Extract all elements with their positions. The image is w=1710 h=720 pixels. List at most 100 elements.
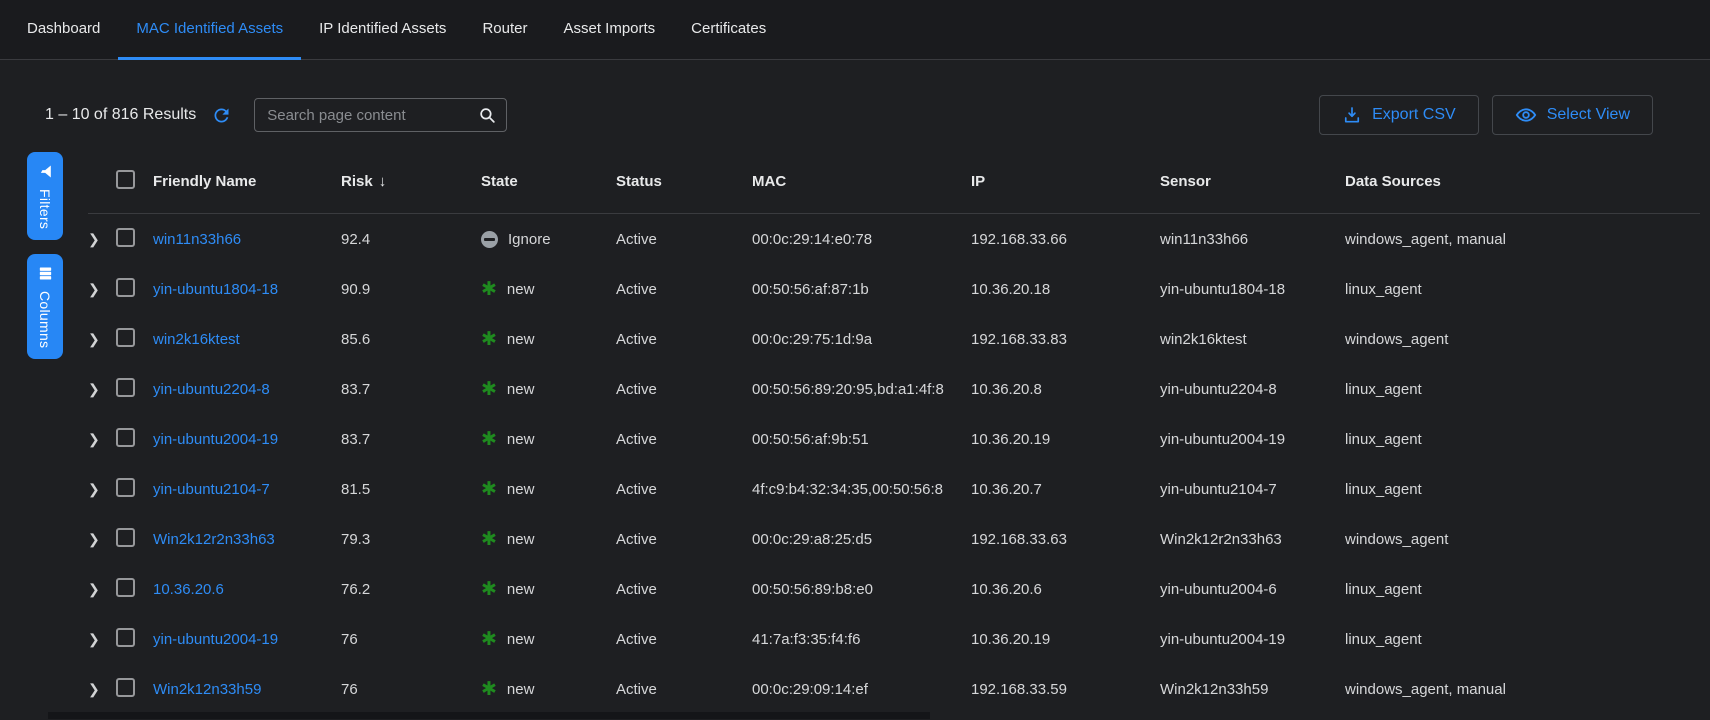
mac-address: 00:0c:29:75:1d:9a (752, 331, 971, 348)
ip-address: 10.36.20.18 (971, 281, 1160, 298)
export-csv-button[interactable]: Export CSV (1319, 95, 1479, 135)
friendly-name-link[interactable]: win11n33h66 (153, 231, 241, 248)
nav-tab[interactable]: MAC Identified Assets (118, 0, 301, 60)
expand-chevron-icon[interactable]: ❯ (88, 281, 100, 297)
data-sources-value: windows_agent, manual (1345, 681, 1700, 698)
sensor-value: win11n33h66 (1160, 231, 1345, 248)
row-checkbox[interactable] (116, 678, 135, 697)
risk-value: 90.9 (341, 281, 481, 298)
expand-chevron-icon[interactable]: ❯ (88, 431, 100, 447)
mac-address: 4f:c9:b4:32:34:35,00:50:56:8 (752, 481, 971, 498)
column-header-state[interactable]: State (481, 173, 616, 190)
filter-icon (37, 163, 54, 180)
friendly-name-link[interactable]: yin-ubuntu1804-18 (153, 281, 278, 298)
expand-chevron-icon[interactable]: ❯ (88, 681, 100, 697)
mac-address: 41:7a:f3:35:f4:f6 (752, 631, 971, 648)
state-label: new (507, 581, 535, 598)
state-label: new (507, 681, 535, 698)
friendly-name-link[interactable]: Win2k12r2n33h63 (153, 531, 275, 548)
data-sources-value: linux_agent (1345, 631, 1700, 648)
columns-panel-button[interactable]: Columns (27, 254, 63, 359)
main-content: 1 – 10 of 816 Results Export CSV (0, 60, 1710, 719)
table-row: ❯ yin-ubuntu2004-19 76 ✱ new Active 41:7… (88, 614, 1700, 664)
expand-chevron-icon[interactable]: ❯ (88, 481, 100, 497)
table-row: ❯ yin-ubuntu2204-8 83.7 ✱ new Active 00:… (88, 364, 1700, 414)
friendly-name-link[interactable]: yin-ubuntu2204-8 (153, 381, 270, 398)
row-checkbox[interactable] (116, 328, 135, 347)
expand-chevron-icon[interactable]: ❯ (88, 531, 100, 547)
columns-label: Columns (37, 291, 53, 348)
friendly-name-link[interactable]: yin-ubuntu2004-19 (153, 631, 278, 648)
mac-address: 00:50:56:af:9b:51 (752, 431, 971, 448)
data-sources-value: windows_agent (1345, 331, 1700, 348)
data-sources-value: linux_agent (1345, 281, 1700, 298)
table-row: ❯ yin-ubuntu1804-18 90.9 ✱ new Active 00… (88, 264, 1700, 314)
state-icon: ✱ (481, 681, 497, 698)
friendly-name-link[interactable]: yin-ubuntu2104-7 (153, 481, 270, 498)
sort-desc-icon: ↓ (379, 173, 387, 190)
search-input[interactable] (255, 107, 478, 124)
row-checkbox[interactable] (116, 378, 135, 397)
column-header-ip[interactable]: IP (971, 173, 1160, 190)
status-value: Active (616, 581, 752, 598)
friendly-name-link[interactable]: yin-ubuntu2004-19 (153, 431, 278, 448)
row-checkbox[interactable] (116, 528, 135, 547)
row-checkbox[interactable] (116, 628, 135, 647)
row-checkbox[interactable] (116, 278, 135, 297)
download-icon (1342, 105, 1362, 125)
ip-address: 10.36.20.19 (971, 431, 1160, 448)
state-label: new (507, 381, 535, 398)
row-checkbox[interactable] (116, 478, 135, 497)
horizontal-scrollbar-thumb[interactable] (48, 712, 930, 719)
column-header-data-sources[interactable]: Data Sources (1345, 173, 1700, 190)
row-checkbox[interactable] (116, 428, 135, 447)
expand-chevron-icon[interactable]: ❯ (88, 381, 100, 397)
column-header-status[interactable]: Status (616, 173, 752, 190)
toolbar-actions: Export CSV Select View (1319, 95, 1653, 135)
expand-chevron-icon[interactable]: ❯ (88, 231, 100, 247)
column-header-risk[interactable]: Risk↓ (341, 173, 481, 190)
data-sources-value: linux_agent (1345, 581, 1700, 598)
column-header-friendly-name[interactable]: Friendly Name (153, 173, 341, 190)
sensor-value: yin-ubuntu2104-7 (1160, 481, 1345, 498)
nav-tab[interactable]: Router (464, 0, 545, 60)
friendly-name-link[interactable]: Win2k12n33h59 (153, 681, 261, 698)
refresh-icon (211, 105, 232, 126)
risk-value: 76 (341, 681, 481, 698)
select-view-label: Select View (1547, 106, 1630, 124)
sensor-value: Win2k12r2n33h63 (1160, 531, 1345, 548)
data-sources-value: linux_agent (1345, 431, 1700, 448)
search-icon[interactable] (478, 106, 497, 125)
nav-tab[interactable]: Dashboard (9, 0, 118, 60)
friendly-name-link[interactable]: 10.36.20.6 (153, 581, 224, 598)
row-checkbox[interactable] (116, 228, 135, 247)
expand-chevron-icon[interactable]: ❯ (88, 331, 100, 347)
row-checkbox[interactable] (116, 578, 135, 597)
state-label: new (507, 431, 535, 448)
state-icon: ✱ (481, 281, 497, 298)
filters-panel-button[interactable]: Filters (27, 152, 63, 240)
mac-address: 00:50:56:af:87:1b (752, 281, 971, 298)
data-sources-value: linux_agent (1345, 381, 1700, 398)
table-row: ❯ Win2k12r2n33h63 79.3 ✱ new Active 00:0… (88, 514, 1700, 564)
risk-value: 83.7 (341, 381, 481, 398)
sensor-value: yin-ubuntu2204-8 (1160, 381, 1345, 398)
select-view-button[interactable]: Select View (1492, 95, 1653, 135)
friendly-name-link[interactable]: win2k16ktest (153, 331, 240, 348)
state-icon: ✱ (481, 581, 497, 598)
data-sources-value: linux_agent (1345, 481, 1700, 498)
refresh-button[interactable] (210, 104, 232, 126)
column-header-mac[interactable]: MAC (752, 173, 971, 190)
nav-tab-label: IP Identified Assets (319, 20, 446, 37)
nav-tab[interactable]: IP Identified Assets (301, 0, 464, 60)
expand-chevron-icon[interactable]: ❯ (88, 581, 100, 597)
risk-value: 92.4 (341, 231, 481, 248)
expand-chevron-icon[interactable]: ❯ (88, 631, 100, 647)
column-header-sensor[interactable]: Sensor (1160, 173, 1345, 190)
risk-value: 79.3 (341, 531, 481, 548)
nav-tab[interactable]: Certificates (673, 0, 784, 60)
nav-tab[interactable]: Asset Imports (545, 0, 673, 60)
select-all-checkbox[interactable] (116, 170, 135, 189)
ip-address: 10.36.20.8 (971, 381, 1160, 398)
results-count: 1 – 10 of 816 Results (45, 106, 196, 124)
